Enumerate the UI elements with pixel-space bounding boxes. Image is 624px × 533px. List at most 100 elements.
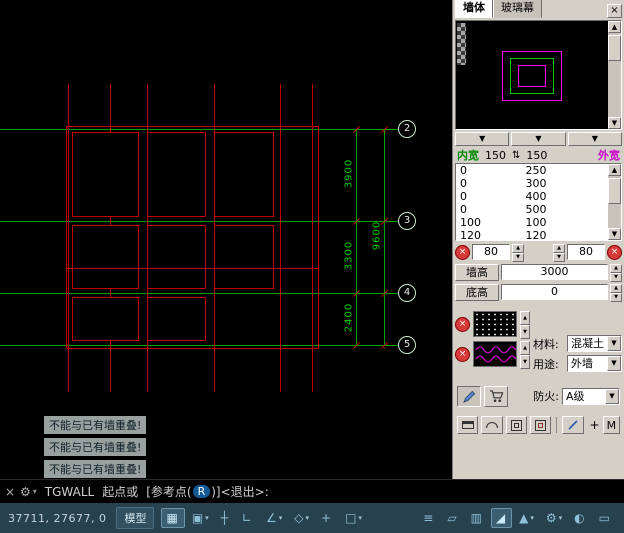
spin-up-icon[interactable]: ▲ [553,244,565,253]
inner-cell: 0 [460,190,467,203]
delete-left-width-icon[interactable]: × [455,244,470,260]
scroll-down-icon[interactable]: ▼ [608,117,621,129]
wall-height-row: 墙高 3000 ▲ ▼ [455,263,622,282]
combo-dropdown-icon[interactable]: ▼ [511,132,566,146]
width-list[interactable]: 0 250 0 300 0 400 0 500 100 100 120 120 … [455,163,622,241]
transparency-icon[interactable]: ▱ [442,508,463,528]
spin-down-icon[interactable]: ▼ [610,293,622,302]
outer-cell: 500 [525,203,547,216]
coordinates-readout: 37711, 27677, 0 [8,511,107,525]
usage-select[interactable]: 外墙 ▼ [567,355,622,372]
spin-down-icon[interactable]: ▼ [610,273,622,282]
width-list-item[interactable]: 0 500 [456,203,621,216]
osnap-tracking-icon[interactable]: + [316,508,338,528]
fire-select[interactable]: A级 ▼ [562,387,620,405]
swatch-down-icon[interactable]: ▼ [520,325,530,339]
swatch-down-icon[interactable]: ▼ [520,355,530,369]
wrench-icon[interactable]: ⚙ [20,485,31,499]
panel-tabs: 墙体 玻璃幕 × [453,0,624,18]
list-scrollbar[interactable]: ▲ ▼ [608,164,621,240]
infer-constraints-icon[interactable]: ┼ [216,508,235,528]
draw-wall-tool-button[interactable] [457,385,481,407]
close-icon[interactable]: × [0,485,20,499]
lineweight-icon[interactable]: ≡ [418,508,440,528]
spin-down-icon[interactable]: ▼ [553,253,565,262]
sketch-tool-button[interactable] [562,416,584,434]
preview-scrollbar[interactable]: ▲ ▼ [608,21,621,129]
hatch-pattern-swatch[interactable] [473,311,517,337]
delete-insulation-icon[interactable]: × [455,346,470,362]
wall-room-rect [72,297,139,341]
door-tool-button[interactable] [529,416,552,434]
scroll-down-icon[interactable]: ▼ [608,228,621,240]
polar-tracking-icon[interactable]: ∠ ▾ [261,508,287,528]
m-mode-button[interactable]: M [602,416,621,434]
width-list-item[interactable]: 100 100 [456,216,621,229]
model-space-button[interactable]: 模型 [116,507,155,529]
object-snap-icon[interactable]: □ ▾ [340,508,367,528]
plus-icon[interactable]: + [590,418,600,432]
scroll-up-icon[interactable]: ▲ [608,164,621,176]
outer-cell: 300 [525,177,547,190]
scroll-thumb[interactable] [608,35,621,61]
chevron-down-icon[interactable]: ▼ [607,336,621,351]
spin-up-icon[interactable]: ▲ [610,264,622,273]
scroll-up-icon[interactable]: ▲ [608,21,621,33]
delete-hatch-icon[interactable]: × [455,316,470,332]
delete-right-width-icon[interactable]: × [607,244,622,260]
drawing-canvas[interactable]: 3900 3300 2400 9600 2 3 4 5 不能与已有墙重叠! 不能… [0,0,452,479]
dimension-line [356,129,357,346]
combo-dropdown-icon[interactable]: ▼ [567,132,622,146]
command-line[interactable]: × ⚙ ▾ TGWALL 起点或 [参考点( R )] <退出>: [0,479,624,503]
isolate-objects-icon[interactable]: ◐ [569,508,591,528]
wall-height-button[interactable]: 墙高 [455,263,499,281]
insulation-pattern-swatch[interactable] [473,341,517,367]
clean-screen-icon[interactable]: ▭ [594,508,617,528]
material-select[interactable]: 混凝土 ▼ [567,335,622,352]
width-list-item[interactable]: 0 400 [456,190,621,203]
workspace-gear-icon[interactable]: ⚙ ▾ [541,508,567,528]
swatch-up-icon[interactable]: ▲ [520,341,530,355]
wall-tool-panel: 墙体 玻璃幕 × ▲ ▼ ▼ ▼ ▼ 内宽 150 ⇅ 150 外宽 0 250… [452,0,624,479]
tab-wall[interactable]: 墙体 [455,0,493,18]
window-tool-button[interactable] [505,416,527,434]
scroll-thumb[interactable] [608,178,621,204]
selection-cycling-icon[interactable]: ▥ [466,508,489,528]
right-width-spinner[interactable]: 80 [567,244,605,260]
wall-preview-canvas[interactable]: ▲ ▼ [455,20,622,130]
dynamic-ucs-icon[interactable]: ◢ [490,508,513,528]
ortho-icon[interactable]: ∟ [237,508,259,528]
door-icon [535,419,547,431]
grid-icon[interactable]: ▦ [161,508,185,528]
arc-wall-tool-button[interactable] [481,416,503,434]
chevron-down-icon[interactable]: ▾ [33,487,37,496]
swap-icon[interactable]: ⇅ [512,150,520,161]
width-list-item[interactable]: 0 300 [456,177,621,190]
close-icon[interactable]: × [607,4,622,18]
width-list-item[interactable]: 0 250 [456,164,621,177]
chevron-down-icon[interactable]: ▼ [607,356,621,371]
tab-curtain-wall[interactable]: 玻璃幕 [493,0,542,18]
material-row: 材料: 混凝土 ▼ [533,335,622,352]
swatch-up-icon[interactable]: ▲ [520,311,530,325]
annotation-scale-icon[interactable]: ▲ ▾ [514,508,539,528]
left-width-spinner[interactable]: 80 [472,244,510,260]
snap-mode-icon[interactable]: ▣ ▾ [187,508,214,528]
spin-up-icon[interactable]: ▲ [610,284,622,293]
spin-up-icon[interactable]: ▲ [512,244,524,253]
fire-label: 防火: [533,390,559,403]
base-height-button[interactable]: 底高 [455,283,499,301]
base-height-field[interactable]: 0 [501,284,608,300]
outer-cell: 250 [525,164,547,177]
outer-width-label: 外宽 [598,149,620,162]
command-option-key[interactable]: R [192,485,211,498]
combo-dropdown-icon[interactable]: ▼ [455,132,510,146]
width-list-item[interactable]: 120 120 [456,229,621,240]
isodraft-icon[interactable]: ◇ ▾ [289,508,314,528]
spin-down-icon[interactable]: ▼ [512,253,524,262]
wall-height-field[interactable]: 3000 [501,264,608,280]
chevron-down-icon[interactable]: ▼ [605,388,619,404]
cart-tool-button[interactable] [484,385,508,407]
dimension-text: 3300 [343,240,355,271]
furniture-tool-button[interactable] [457,416,479,434]
